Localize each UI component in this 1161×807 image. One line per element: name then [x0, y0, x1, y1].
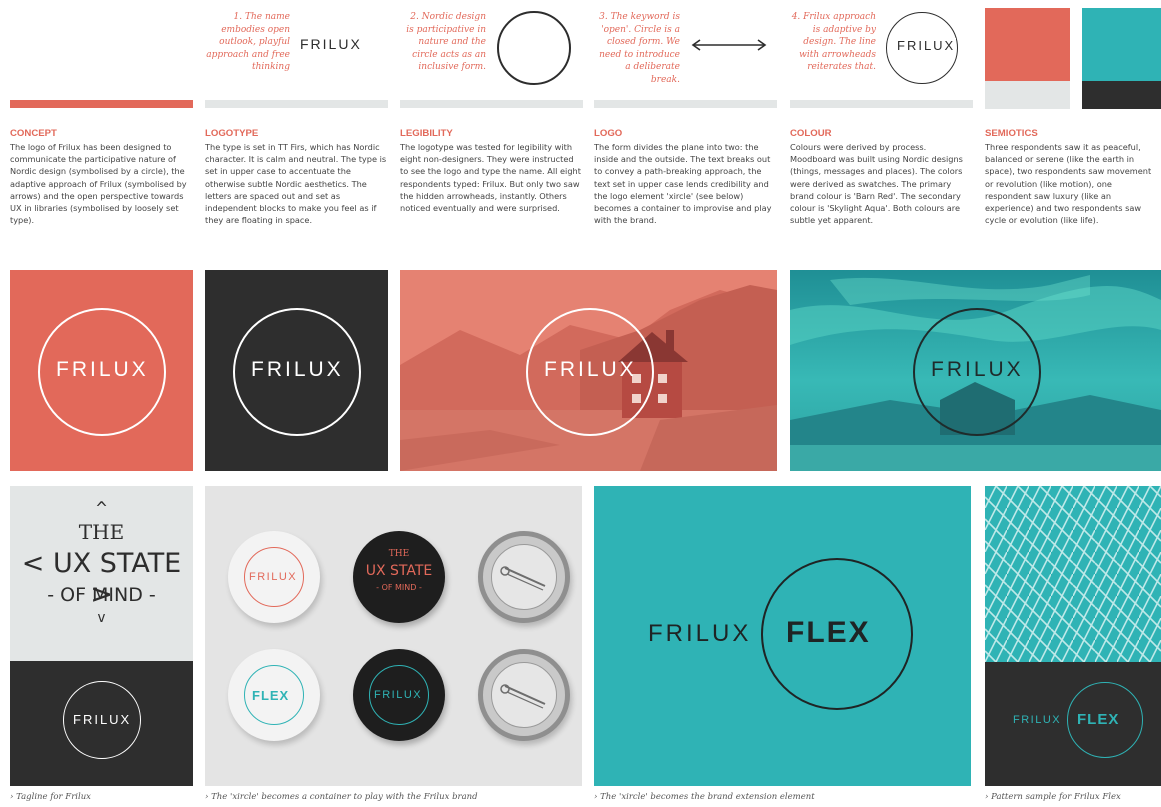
note-1: 1. The name embodies open outlook, playf… — [206, 12, 290, 73]
logo-small-wordmark: FRILUX — [897, 38, 957, 53]
logo-wordmark: FRILUX — [648, 620, 754, 648]
section-body-logotype: The type is set in TT Firs, which has No… — [205, 142, 387, 226]
brand-extension-panel: FRILUX FLEX — [594, 486, 971, 786]
logo-wordmark: FRILUX — [56, 358, 149, 382]
logo-wordmark: FRILUX — [544, 358, 637, 381]
logo-wordmark: FRILUX — [249, 571, 298, 583]
flex-wordmark: FLEX — [1077, 711, 1120, 728]
badges-panel: FRILUX THE UX STATE - OF MIND - FLEX FRI… — [205, 486, 582, 786]
swatch-light-gray — [985, 81, 1070, 109]
badge-tagline-the: THE — [388, 549, 410, 559]
logo-panel-dark: FRILUX — [205, 270, 388, 471]
swatch-dark — [1082, 81, 1161, 109]
section-body-logo: The form divides the plane into two: the… — [594, 142, 772, 226]
badge-back-pin — [478, 649, 570, 741]
logo-wordmark: FRILUX — [1013, 714, 1062, 726]
section-title-logo: LOGO — [594, 128, 623, 139]
section-title-concept: CONCEPT — [10, 128, 57, 139]
logo-wordmark: FRILUX — [251, 358, 344, 382]
divider-bar-colour — [790, 100, 973, 108]
section-body-concept: The logo of Frilux has been designed to … — [10, 142, 187, 226]
note-3: 3. The keyword is 'open'. Circle is a cl… — [599, 12, 680, 85]
badge-tagline-of-mind: - OF MIND - — [376, 583, 422, 592]
pattern-panel: FRILUX FLEX — [985, 486, 1161, 786]
logo-wordmark: FRILUX — [73, 712, 132, 727]
section-body-colour: Colours were derived by process. Moodboa… — [790, 142, 963, 226]
caption-pattern: › Pattern sample for Frilux Flex — [985, 792, 1121, 802]
logo-panel-photo-house: FRILUX — [400, 270, 777, 471]
safety-pin-icon — [500, 684, 546, 709]
badge-tagline-ux-state: UX STATE — [365, 563, 433, 579]
note-2: 2. Nordic design is participative in nat… — [406, 12, 486, 73]
badge-white-frilux: FRILUX — [228, 531, 320, 623]
divider-bar-logo — [594, 100, 777, 108]
caption-xircle-container: › The 'xircle' becomes a container to pl… — [205, 792, 478, 802]
flex-wordmark: FLEX — [252, 688, 290, 703]
swatch-barn-red — [985, 8, 1070, 81]
safety-pin-icon — [500, 566, 546, 591]
divider-bar-legibility — [400, 100, 583, 108]
caption-tagline: › Tagline for Frilux — [10, 792, 91, 802]
flex-wordmark: FLEX — [786, 616, 871, 649]
note-4: 4. Frilux approach is adaptive by design… — [791, 12, 876, 73]
tagline-the: THE — [78, 520, 125, 544]
logotype-sample: FRILUX — [300, 36, 362, 52]
circle-form — [497, 11, 571, 85]
caret-up-icon: ^ — [96, 498, 107, 519]
logo-wordmark: FRILUX — [374, 689, 423, 701]
section-body-legibility: The logotype was tested for legibility w… — [400, 142, 581, 214]
badge-black-tagline: THE UX STATE - OF MIND - — [353, 531, 445, 623]
section-title-semiotics: SEMIOTICS — [985, 128, 1038, 139]
pattern-dark-block: FRILUX FLEX — [985, 662, 1161, 786]
badge-black-frilux: FRILUX — [353, 649, 445, 741]
logo-panel-photo-aurora: FRILUX — [790, 270, 1161, 471]
section-title-logotype: LOGOTYPE — [205, 128, 259, 139]
tagline-dark-block: FRILUX — [10, 661, 193, 786]
section-title-legibility: LEGIBILITY — [400, 128, 453, 139]
badge-white-flex: FLEX — [228, 649, 320, 741]
caret-down-icon: v — [97, 610, 106, 626]
divider-bar-logotype — [205, 100, 388, 108]
divider-bar-concept — [10, 100, 193, 108]
section-title-colour: COLOUR — [790, 128, 832, 139]
caption-brand-extension: › The 'xircle' becomes the brand extensi… — [594, 792, 815, 802]
herringbone-pattern — [985, 486, 1161, 662]
logo-panel-red: FRILUX — [10, 270, 193, 471]
logo-wordmark: FRILUX — [931, 358, 1024, 381]
swatch-skylight-aqua — [1082, 8, 1161, 81]
double-arrow-icon — [691, 39, 767, 51]
badge-back-pin — [478, 531, 570, 623]
tagline-of-mind: - OF MIND - — [47, 584, 156, 606]
tagline-panel: ^ THE < UX STATE > - OF MIND - v FRILUX — [10, 486, 193, 786]
section-body-semiotics: Three respondents saw it as peaceful, ba… — [985, 142, 1152, 226]
